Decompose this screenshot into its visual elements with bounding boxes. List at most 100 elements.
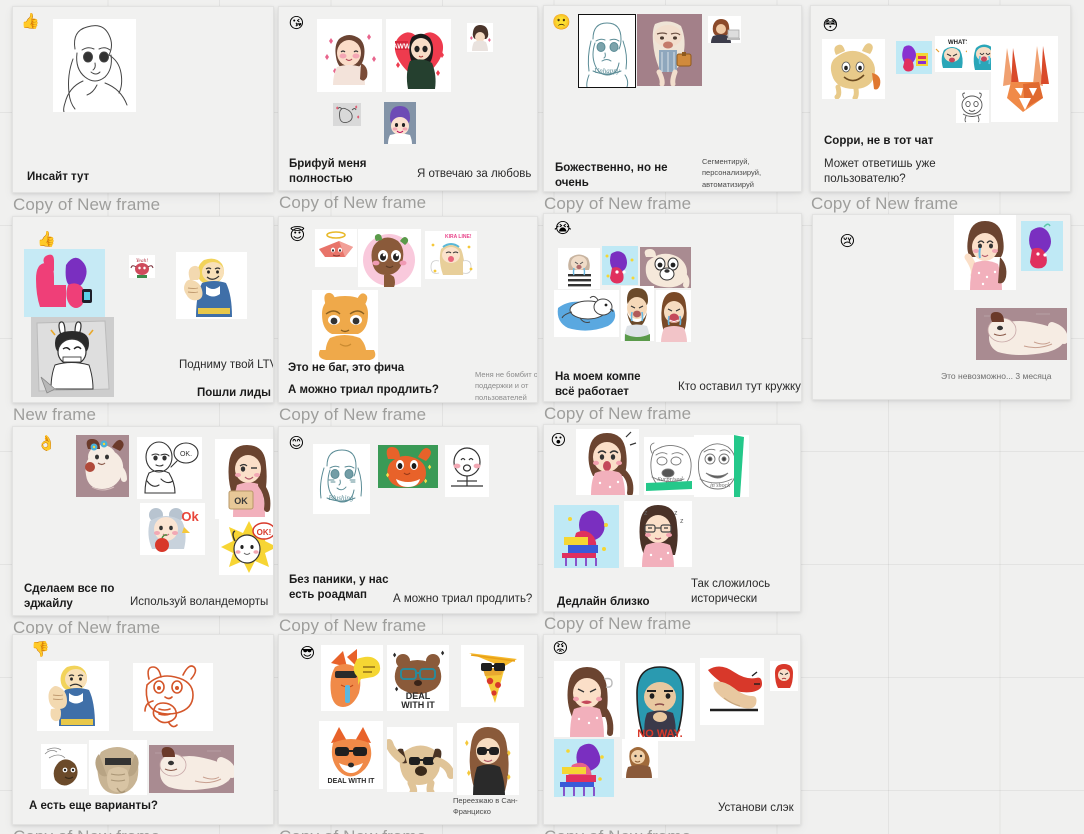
in-shock-sketch-face[interactable]: in shock <box>694 435 749 497</box>
purple-hair-character[interactable] <box>384 102 416 144</box>
loudly-crying-face-reaction[interactable]: 😭 <box>554 220 572 237</box>
unhappy-sketch-girl[interactable]: Unhappy <box>578 14 636 88</box>
frame-title[interactable]: New frame <box>13 405 96 425</box>
vault-boy-thumbs-up[interactable] <box>176 252 247 319</box>
sketch-girl-portrait[interactable] <box>53 19 136 112</box>
tiny-yeah-sticker[interactable]: Yeah! <box>129 255 155 278</box>
blushing-sketch-girl[interactable]: Blushing <box>313 444 370 514</box>
frowning-face-reaction[interactable]: 🙁 <box>552 14 571 31</box>
thumbs-up-reaction[interactable]: 👍 <box>37 231 56 248</box>
thumbs-up-reaction[interactable]: 👍 <box>21 13 40 30</box>
dog-thumbs-down[interactable] <box>89 740 147 795</box>
origami-fox-sticker[interactable] <box>991 36 1058 122</box>
frame-card[interactable]: 😮 Surprised in shock z z z Дедлайн близк… <box>543 424 801 633</box>
sad-orange-cat[interactable] <box>312 290 378 365</box>
aww-heart-girl[interactable]: AWW <box>386 19 451 92</box>
thumbs-down-reaction[interactable]: 👎 <box>31 641 50 658</box>
purple-pixel-crying[interactable] <box>602 246 638 285</box>
smiling-face-reaction[interactable]: 😊 <box>288 435 305 452</box>
small-doodle-sticker[interactable] <box>41 744 87 789</box>
frame-card[interactable]: 😭 На моем компе всё работает Кто оставил… <box>543 213 802 423</box>
frame-title[interactable]: Copy of New frame <box>279 193 426 213</box>
sketch-doodle-creature[interactable] <box>956 90 989 123</box>
deal-with-it-bear[interactable]: DEAL WITH IT <box>387 645 449 711</box>
frame-title[interactable]: Copy of New frame <box>279 405 426 425</box>
frame-card[interactable]: 😇 KIRA LINE! Это не баг, это фича А можн… <box>278 216 538 424</box>
purple-pixel-character[interactable] <box>896 41 932 74</box>
frame-title[interactable]: Copy of New frame <box>811 194 958 214</box>
frame-title[interactable]: Copy of New frame <box>544 404 691 424</box>
pizza-sunglasses-sticker[interactable] <box>461 645 524 707</box>
crying-girl-pink-dress[interactable] <box>954 215 1016 290</box>
frame-title[interactable]: Copy of New frame <box>544 194 691 214</box>
frame-card[interactable]: 😘 AWW Брифуй меня полностью Я отвечаю за… <box>278 6 538 212</box>
tired-long-hair-character[interactable] <box>637 14 702 86</box>
open-mouth-face-reaction[interactable]: 😮 <box>550 432 567 449</box>
frame-card[interactable]: 😎 DEAL WITH IT DEAL WITH IT Переезжаю в … <box>278 634 538 834</box>
frame-title[interactable]: Copy of New frame <box>544 614 691 634</box>
sunglasses-face-reaction[interactable]: 😎 <box>299 645 316 662</box>
girl-holding-ok-sign[interactable]: OK <box>215 439 273 519</box>
pixel-angry-desk[interactable] <box>554 739 614 797</box>
angel-girl-sticker[interactable]: KIRA LINE! <box>425 231 477 279</box>
orange-cat-thumbs-down[interactable] <box>133 663 213 731</box>
orange-monster-sticker[interactable] <box>822 39 885 99</box>
mouse-hoodie-ok-sticker[interactable]: Ok <box>140 503 205 555</box>
lying-cat-sticker[interactable] <box>149 745 234 793</box>
angry-red-hair-tiny[interactable] <box>770 661 798 691</box>
angry-girl-steam[interactable] <box>554 661 620 737</box>
frame-card[interactable]: 👍 Инсайт тут Copy of New frame <box>12 6 274 214</box>
dog-lying-in-puddle[interactable] <box>554 290 619 337</box>
small-brown-sticker[interactable] <box>622 739 658 778</box>
orange-cat-sparkle[interactable] <box>378 445 438 488</box>
frame-card[interactable]: 😊 Blushing Без паники, у нас есть роадма… <box>278 426 538 635</box>
yellow-burst-ok-sticker[interactable]: OK! <box>219 519 273 575</box>
kissing-heart-reaction[interactable]: 😘 <box>288 15 305 32</box>
bunny-girl-pencil-sketch[interactable] <box>31 317 114 397</box>
flower-crown-cat-sticker[interactable] <box>76 435 129 497</box>
ok-hand-reaction[interactable]: 👌 <box>37 435 56 452</box>
frame-card[interactable]: 👌 OK. OK Ok OK! Сделаем все по эджайлу И… <box>12 426 274 637</box>
vault-boy-thumbs-down[interactable] <box>37 661 109 731</box>
sleepy-glasses-girl[interactable]: zzz <box>624 501 692 567</box>
crying-woman-sticker[interactable] <box>656 290 691 342</box>
frame-card[interactable]: 👎 А есть еще варианты? <box>12 634 274 834</box>
flushed-face-reaction[interactable]: 😳 <box>822 17 839 34</box>
crying-striped-shirt-person[interactable] <box>558 248 600 289</box>
frame-title[interactable]: Copy of New frame <box>13 827 160 834</box>
whiteboard-canvas[interactable]: 👍 Инсайт тут Copy of New frame 😘 AWW Бри… <box>0 0 1084 834</box>
tiny-curly-hair-sticker[interactable] <box>467 23 493 52</box>
frame-title[interactable]: Copy of New frame <box>544 827 691 834</box>
cool-fox-message-bubble[interactable] <box>321 645 383 711</box>
pixel-desk-explosion[interactable] <box>554 505 619 568</box>
smiling-face-with-halo-reaction[interactable]: 😇 <box>289 227 306 244</box>
crying-bearded-man[interactable] <box>621 286 654 341</box>
frame-title[interactable]: Copy of New frame <box>13 195 160 215</box>
person-at-laptop-sticker[interactable] <box>708 16 741 43</box>
pink-thumbs-up-character[interactable] <box>24 249 105 317</box>
what-shock-girl[interactable]: WHAT?! <box>935 36 970 72</box>
frame-card[interactable]: 😳 WHAT?! Сорри, не в тот чат Может ответ… <box>810 5 1071 213</box>
frame-title[interactable]: Copy of New frame <box>279 616 426 636</box>
stick-figure-blush[interactable] <box>445 445 489 497</box>
girl-hearts-blush[interactable] <box>317 19 382 92</box>
purple-pixel-sad[interactable] <box>1021 221 1063 271</box>
frame-card[interactable]: 😡 NO WAY. Установи слэк <box>543 634 801 834</box>
shocked-dog-sticker[interactable] <box>640 247 691 288</box>
angel-halo-creature[interactable] <box>315 229 357 267</box>
red-hand-slap-sticker[interactable] <box>700 658 764 725</box>
frame-card[interactable]: 🙁 Unhappy Божественно, но не очень Сегме… <box>543 5 802 213</box>
groot-baby-sticker[interactable] <box>358 229 421 287</box>
crying-face-reaction[interactable]: 😢 <box>839 233 856 250</box>
angry-face-reaction[interactable]: 😡 <box>552 640 569 657</box>
frame-title[interactable]: Copy of New frame <box>279 827 426 834</box>
cool-girl-sunglasses[interactable] <box>457 723 519 795</box>
frame-card[interactable]: 👍 Yeah! Подниму твой LTV Пошли лиды New … <box>12 216 274 424</box>
fox-deal-with-it[interactable]: DEAL WITH IT <box>319 721 383 789</box>
surprised-girl-sticker[interactable] <box>576 429 639 495</box>
lying-down-cat-sticker[interactable] <box>976 308 1067 360</box>
gray-doodle-heart[interactable] <box>333 103 361 126</box>
no-way-blue-hair-girl[interactable]: NO WAY. <box>625 663 695 741</box>
frame-card[interactable]: 😢 Это невозможно... 3 месяца <box>812 214 1071 400</box>
surprised-sketch-face[interactable]: Surprised <box>644 437 697 495</box>
